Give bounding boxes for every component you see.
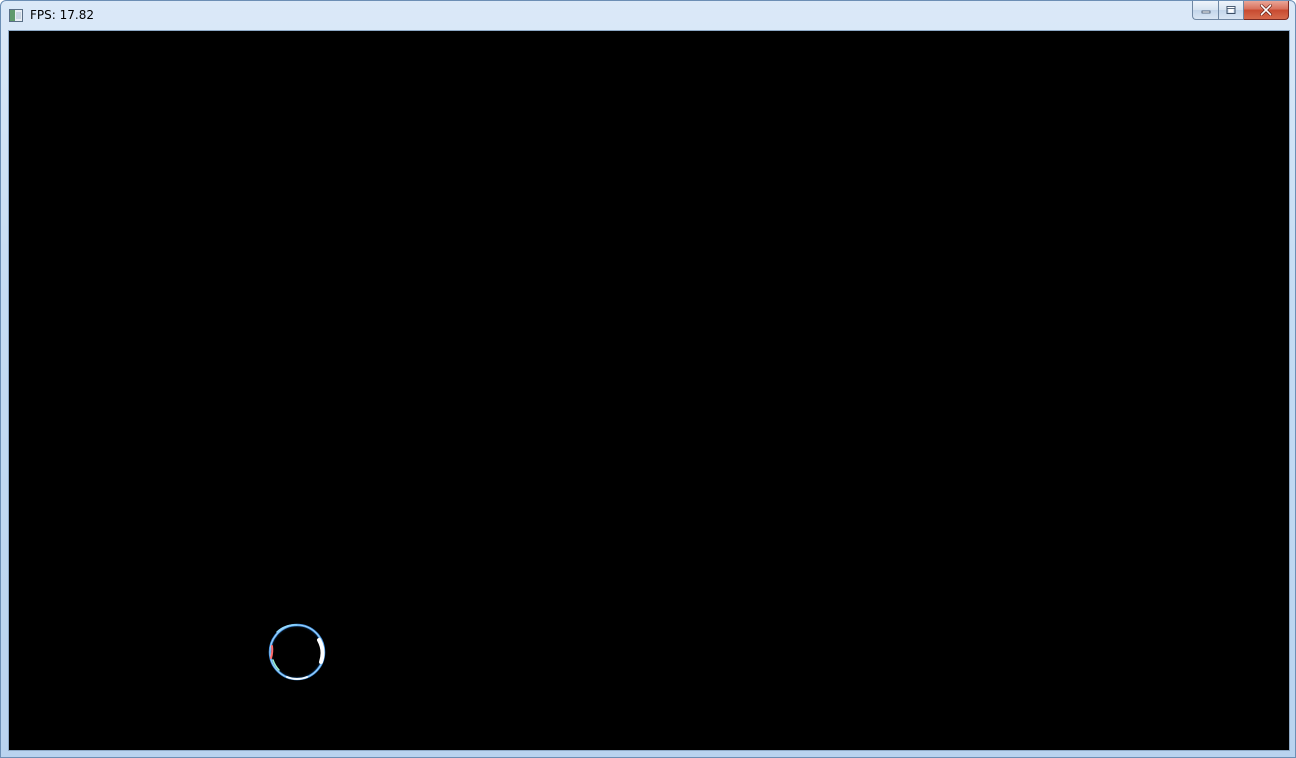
- close-icon: [1260, 4, 1272, 16]
- render-canvas[interactable]: [8, 30, 1290, 751]
- app-window-icon[interactable]: [9, 9, 23, 22]
- minimize-icon: [1201, 10, 1210, 14]
- minimize-button[interactable]: [1192, 1, 1218, 20]
- ring-bubble: [268, 623, 326, 681]
- close-button[interactable]: [1244, 1, 1289, 20]
- app-window: FPS: 17.82: [0, 0, 1296, 758]
- window-title: FPS: 17.82: [30, 8, 94, 22]
- maximize-button[interactable]: [1218, 1, 1244, 20]
- caption-buttons: [1192, 1, 1289, 21]
- restore-icon: [1226, 6, 1236, 14]
- title-bar[interactable]: FPS: 17.82: [1, 1, 1295, 30]
